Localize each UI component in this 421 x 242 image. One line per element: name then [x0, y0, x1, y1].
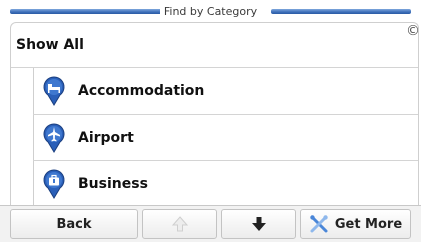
back-button[interactable]: Back	[10, 209, 138, 239]
find-by-category-screen: Find by Category Show All © Accommodatio…	[0, 0, 421, 242]
list-item-label: Accommodation	[78, 83, 205, 99]
bottom-toolbar: Back Get More	[0, 205, 421, 242]
scroll-down-button[interactable]	[221, 209, 296, 239]
back-button-label: Back	[56, 216, 92, 232]
show-all-label: Show All	[16, 37, 84, 53]
header: Find by Category	[0, 0, 421, 22]
list-item-label: Airport	[78, 129, 134, 146]
close-icon[interactable]: ©	[406, 23, 418, 39]
category-list: Show All © Accommodation Airport Busines…	[10, 22, 419, 206]
list-item-label: Business	[78, 175, 148, 192]
list-item-airport[interactable]: Airport	[33, 114, 418, 160]
get-more-label: Get More	[334, 216, 403, 232]
bed-icon	[43, 76, 65, 106]
get-more-button[interactable]: Get More	[300, 209, 411, 239]
airplane-icon	[43, 123, 65, 153]
list-item-show-all[interactable]: Show All ©	[11, 23, 418, 68]
arrow-up-icon	[171, 216, 188, 232]
briefcase-icon	[43, 169, 65, 199]
arrow-down-icon	[251, 217, 266, 231]
page-title: Find by Category	[159, 4, 262, 18]
header-line-right	[271, 9, 411, 14]
list-item-business[interactable]: Business	[33, 160, 418, 206]
scroll-up-button[interactable]	[142, 209, 217, 239]
header-line-left	[10, 9, 170, 14]
list-item-accommodation[interactable]: Accommodation	[33, 68, 418, 114]
tools-icon	[310, 215, 328, 233]
